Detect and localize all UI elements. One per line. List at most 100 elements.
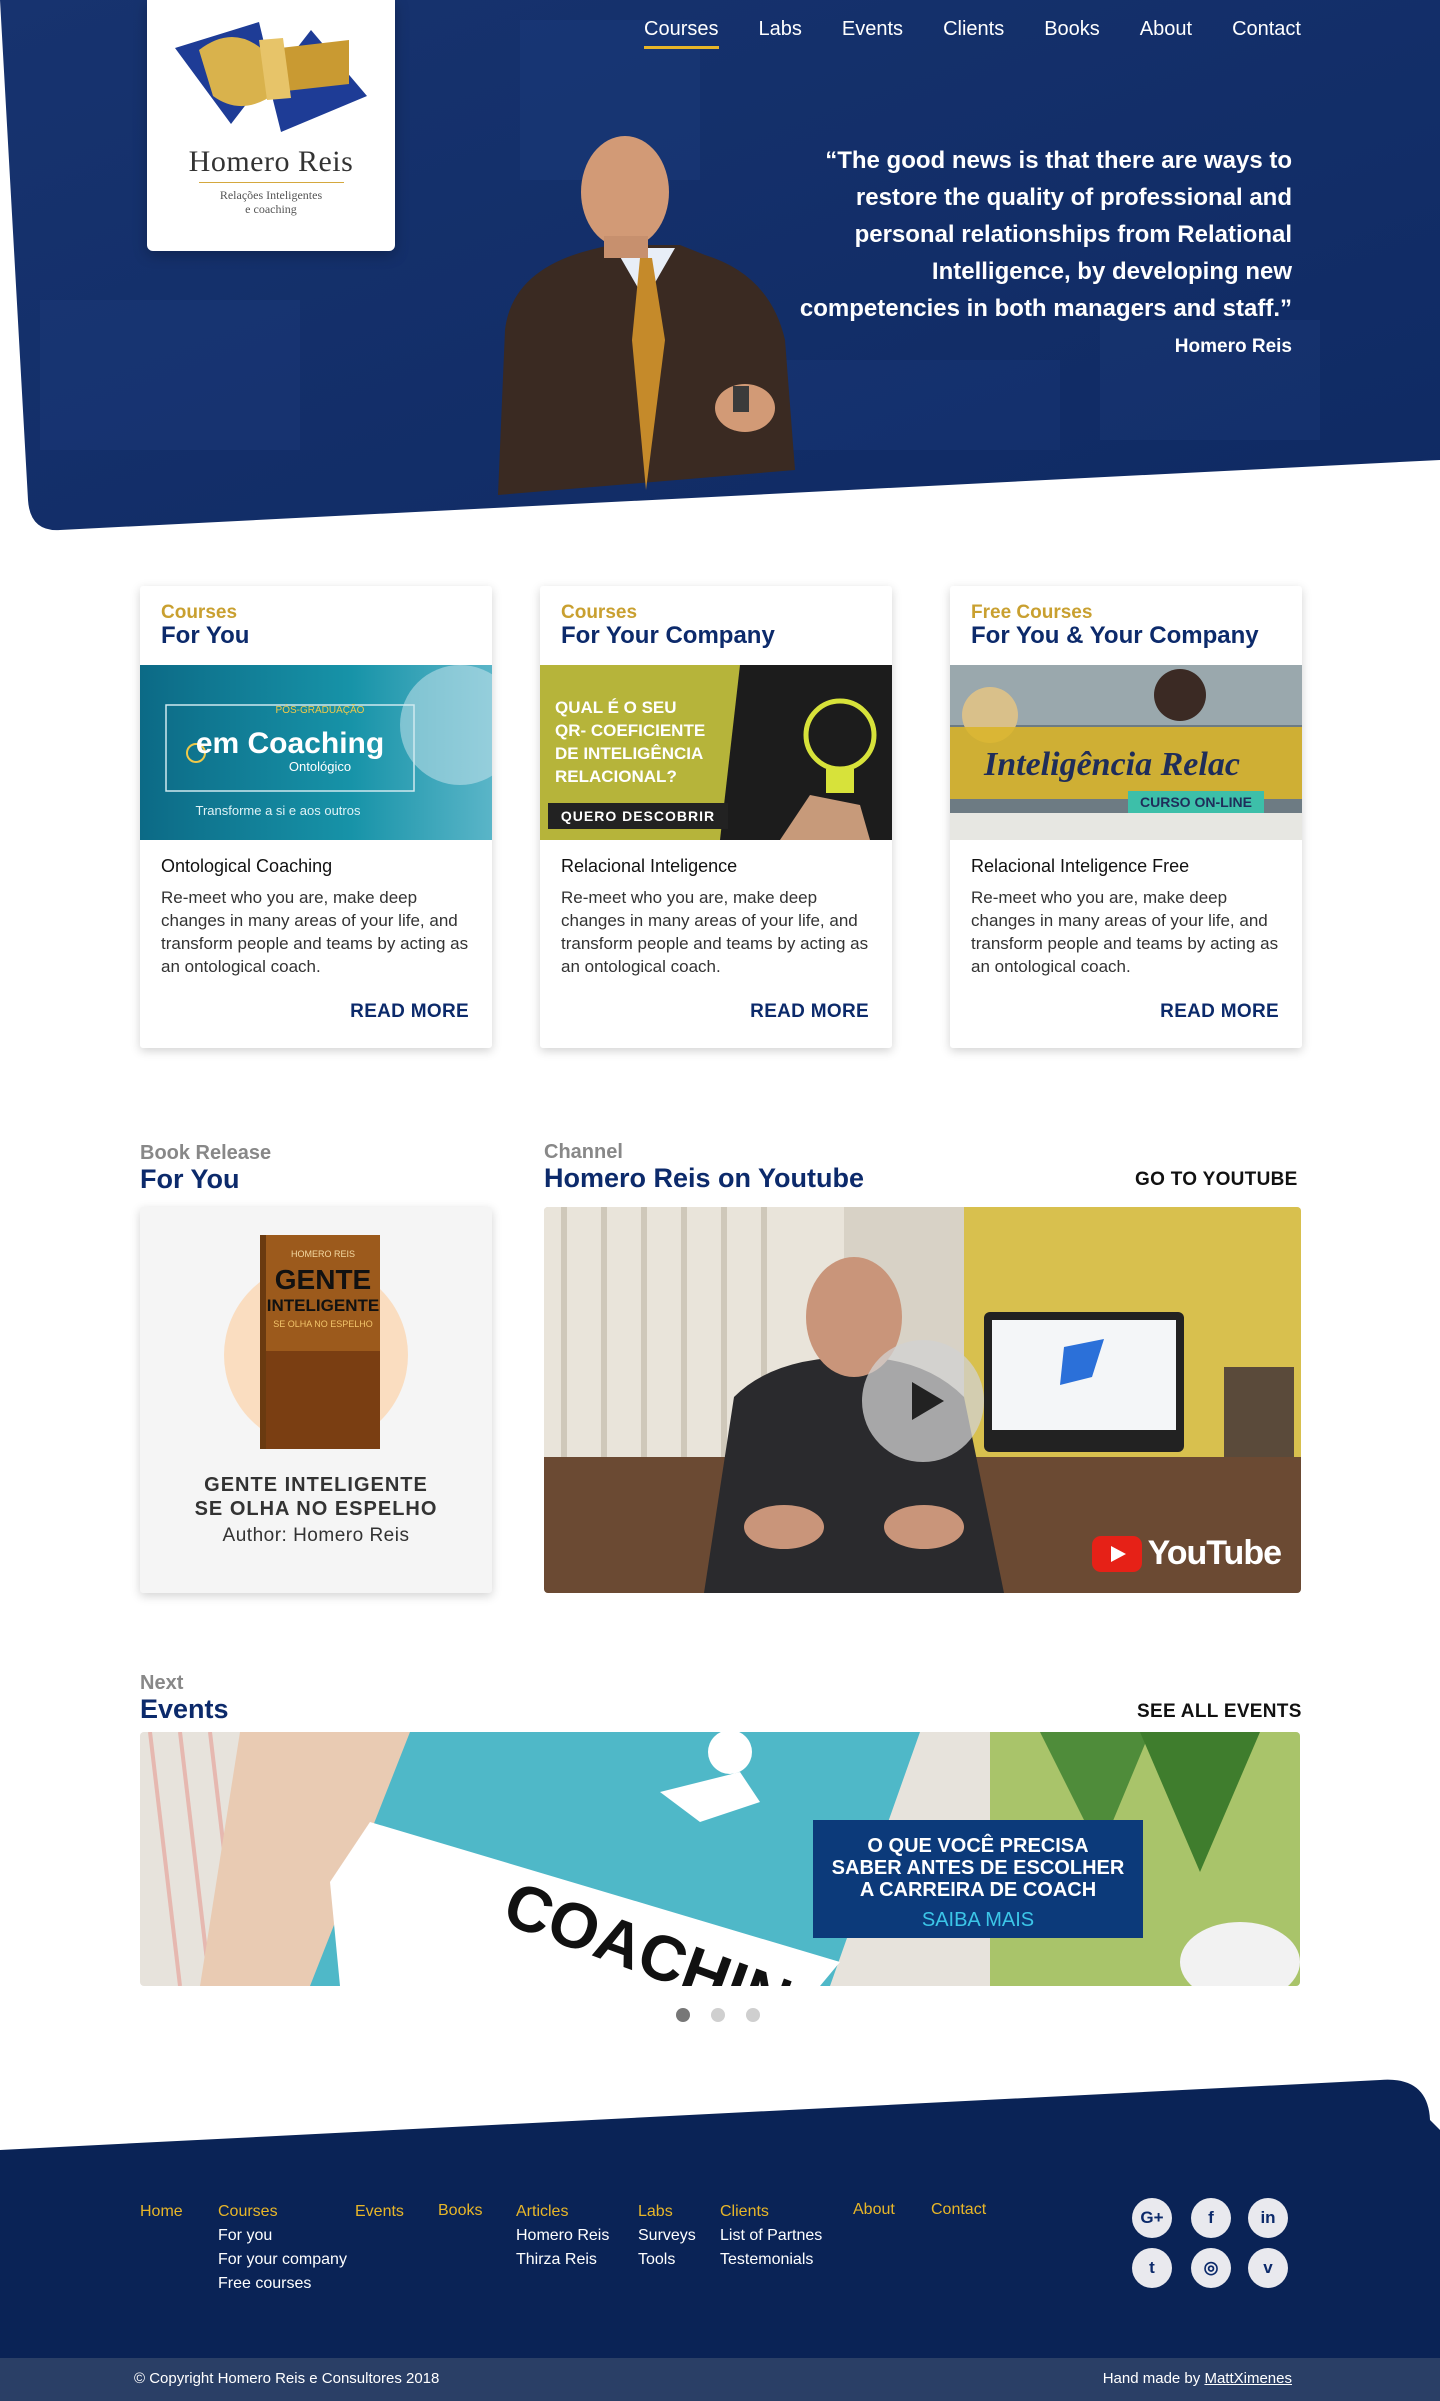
nav-about[interactable]: About — [1140, 18, 1192, 49]
play-button[interactable] — [862, 1340, 984, 1462]
instagram-icon[interactable]: ◎ — [1191, 2248, 1231, 2288]
cover-author-text: HOMERO REIS — [291, 1249, 355, 1259]
channel-title: Homero Reis on Youtube — [544, 1163, 865, 1193]
hero-quote-author: Homero Reis — [1174, 336, 1292, 357]
events-carousel-slide[interactable]: COACHING O QUE VOCÊ PRECISA SABER ANTES … — [140, 1732, 1300, 1986]
card-image-qr: QUAL É O SEU QR- COEFICIENTE DE INTELIGÊ… — [540, 665, 892, 840]
footer-link-for-your-company[interactable]: For your company — [218, 2248, 347, 2272]
brand-tagline-line1: Relações Inteligentes — [219, 188, 323, 202]
footer-link-clients[interactable]: Clients — [720, 2200, 822, 2224]
image-caption-text: Transforme a si e aos outros — [196, 803, 361, 818]
events-eyebrow: Next — [140, 1672, 184, 1694]
course-card-for-you[interactable]: Courses For You PÓS-GRADUAÇÃO em Coachin… — [140, 586, 492, 1048]
card-course-name: Ontological Coaching — [161, 856, 333, 876]
footer-col-labs: Labs Surveys Tools — [638, 2200, 696, 2272]
footer-col-clients: Clients List of Partnes Testemonials — [720, 2200, 822, 2272]
nav-contact[interactable]: Contact — [1232, 18, 1301, 49]
footer-link-contact[interactable]: Contact — [931, 2198, 986, 2222]
nav-events[interactable]: Events — [842, 18, 903, 49]
footer-link-for-you[interactable]: For you — [218, 2224, 347, 2248]
footer-link-events[interactable]: Events — [355, 2200, 404, 2224]
footer-col-books: Books — [438, 2199, 482, 2223]
footer-link-books[interactable]: Books — [438, 2199, 482, 2223]
card-image-coaching: PÓS-GRADUAÇÃO em Coaching Ontológico Tra… — [140, 665, 492, 840]
image-tag-text: PÓS-GRADUAÇÃO — [276, 703, 365, 716]
facebook-icon[interactable]: f — [1191, 2198, 1231, 2238]
cover-title2-text: INTELIGENTE — [267, 1296, 379, 1315]
credit-author-link[interactable]: MattXimenes — [1204, 2370, 1292, 2387]
book-section-title: For You — [140, 1164, 240, 1194]
nav-courses[interactable]: Courses — [644, 18, 720, 49]
nav-books[interactable]: Books — [1044, 18, 1100, 49]
cover-title3-text: SE OLHA NO ESPELHO — [273, 1319, 373, 1329]
linkedin-icon[interactable]: in — [1248, 2198, 1288, 2238]
carousel-dot-1[interactable] — [676, 2008, 690, 2022]
card-course-name: Relacional Inteligence Free — [971, 856, 1190, 876]
see-all-events-link[interactable]: SEE ALL EVENTS — [1137, 1701, 1302, 1723]
card-eyebrow: Free Courses — [971, 602, 1093, 623]
saiba-mais-link[interactable]: SAIBA MAIS — [813, 1909, 1143, 1932]
book-title-line2: SE OLHA NO ESPELHO — [194, 1498, 438, 1520]
read-more-link[interactable]: READ MORE — [1160, 1001, 1279, 1023]
google-plus-icon[interactable]: G+ — [1132, 2198, 1172, 2238]
play-icon — [912, 1382, 944, 1420]
logo-card[interactable]: Homero Reis Relações Inteligentes e coac… — [147, 0, 395, 251]
image-line2-text: QR- COEFICIENTE — [555, 721, 705, 740]
event-callout[interactable]: O QUE VOCÊ PRECISA SABER ANTES DE ESCOLH… — [813, 1820, 1143, 1938]
footer-link-testimonials[interactable]: Testemonials — [720, 2248, 822, 2272]
read-more-link[interactable]: READ MORE — [350, 1001, 469, 1023]
nav-labs[interactable]: Labs — [759, 18, 802, 49]
twitter-icon[interactable]: t — [1132, 2248, 1172, 2288]
footer-link-labs[interactable]: Labs — [638, 2200, 696, 2224]
book-card[interactable]: HOMERO REIS GENTE INTELIGENTE SE OLHA NO… — [140, 1207, 492, 1593]
footer-link-free-courses[interactable]: Free courses — [218, 2272, 347, 2296]
read-more-link[interactable]: READ MORE — [750, 1001, 869, 1023]
copyright-bar: © Copyright Homero Reis e Consultores 20… — [0, 2358, 1440, 2401]
footer-link-homero-reis[interactable]: Homero Reis — [516, 2224, 609, 2248]
card-title: For You & Your Company — [971, 622, 1259, 649]
event-headline-line1: O QUE VOCÊ PRECISA — [867, 1835, 1089, 1857]
brand-divider — [199, 182, 344, 183]
book-cover-image: HOMERO REIS GENTE INTELIGENTE SE OLHA NO… — [224, 1235, 408, 1449]
footer-col-contact: Contact — [931, 2198, 986, 2222]
image-line4-text: RELACIONAL? — [555, 767, 677, 786]
cover-title1-text: GENTE — [275, 1264, 371, 1295]
footer-col-articles: Articles Homero Reis Thirza Reis — [516, 2200, 609, 2272]
carousel-dot-2[interactable] — [711, 2008, 725, 2022]
course-card-free[interactable]: Free Courses For You & Your Company Inte… — [950, 586, 1302, 1048]
youtube-video[interactable]: YouTube — [544, 1207, 1301, 1593]
main-nav: Courses Labs Events Clients Books About … — [604, 18, 1301, 49]
youtube-logo: YouTube — [1091, 1534, 1282, 1573]
image-badge-text: CURSO ON-LINE — [1140, 794, 1252, 810]
go-to-youtube-link[interactable]: GO TO YOUTUBE — [1135, 1169, 1298, 1191]
card-course-name: Relacional Inteligence — [561, 856, 738, 876]
channel-eyebrow: Channel — [544, 1141, 623, 1163]
brand-logo-icon — [175, 22, 367, 132]
copyright-text: © Copyright Homero Reis e Consultores 20… — [134, 2370, 440, 2387]
credit-prefix: Hand made by — [1102, 2370, 1201, 2387]
image-button-text: QUERO DESCOBRIR — [561, 808, 715, 824]
footer-link-tools[interactable]: Tools — [638, 2248, 696, 2272]
vimeo-icon[interactable]: v — [1248, 2248, 1288, 2288]
footer-link-surveys[interactable]: Surveys — [638, 2224, 696, 2248]
carousel-dot-3[interactable] — [746, 2008, 760, 2022]
footer-link-thirza-reis[interactable]: Thirza Reis — [516, 2248, 609, 2272]
footer-link-articles[interactable]: Articles — [516, 2200, 609, 2224]
brand-name: Homero Reis — [188, 145, 354, 178]
event-headline-line3: A CARREIRA DE COACH — [859, 1879, 1097, 1901]
footer-link-courses[interactable]: Courses — [218, 2200, 347, 2224]
nav-clients[interactable]: Clients — [943, 18, 1004, 49]
brand-tagline: Relações Inteligentes e coaching — [147, 188, 395, 216]
youtube-icon — [1091, 1535, 1142, 1572]
event-headline: O QUE VOCÊ PRECISA SABER ANTES DE ESCOLH… — [813, 1835, 1143, 1901]
events-title: Events — [140, 1694, 229, 1724]
footer-link-home[interactable]: Home — [140, 2200, 183, 2224]
footer-link-about[interactable]: About — [853, 2198, 895, 2222]
footer-col-about: About — [853, 2198, 895, 2222]
image-headline-text: em Coaching — [196, 727, 384, 760]
course-card-for-company[interactable]: Courses For Your Company QUAL É O SEU QR… — [540, 586, 892, 1048]
footer-link-list-of-partners[interactable]: List of Partnes — [720, 2224, 822, 2248]
card-image-online: Inteligência Relac CURSO ON-LINE — [950, 665, 1302, 840]
image-script-text: Inteligência Relac — [983, 746, 1240, 783]
book-title: GENTE INTELIGENTE SE OLHA NO ESPELHO — [140, 1473, 492, 1521]
